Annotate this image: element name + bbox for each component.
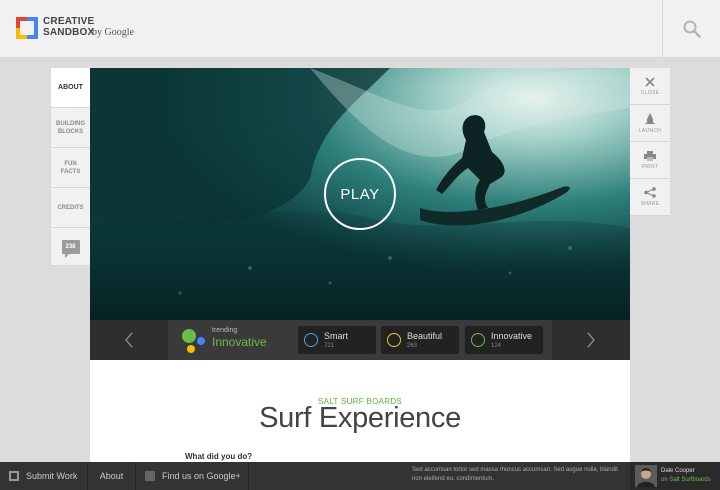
vote-innovative-chip[interactable]: Innovative 124 bbox=[465, 326, 543, 354]
lightbulb-icon bbox=[304, 333, 318, 347]
tab-credits[interactable]: CREDITS bbox=[51, 188, 90, 228]
trending-caption: trending bbox=[212, 327, 238, 334]
trending-value: Innovative bbox=[212, 335, 267, 349]
chip-innovative-count: 124 bbox=[491, 343, 502, 349]
left-tab-nav: ABOUT BUILDING BLOCKS FUN FACTS CREDITS … bbox=[51, 68, 95, 266]
project-content: SALT SURF BOARDS Surf Experience What di… bbox=[90, 360, 630, 462]
trending-icon bbox=[182, 329, 205, 353]
close-button[interactable]: CLOSE bbox=[630, 68, 670, 105]
tab-fun-facts[interactable]: FUN FACTS bbox=[51, 148, 90, 188]
google-plus-link[interactable]: Find us on Google+ bbox=[136, 462, 249, 490]
top-header: CREATIVE SANDBOX by Google bbox=[0, 0, 720, 58]
about-label: About bbox=[99, 471, 124, 481]
chevron-left-icon bbox=[125, 332, 133, 348]
share-button[interactable]: SHARE bbox=[630, 179, 670, 216]
hero-video[interactable]: PLAY bbox=[90, 68, 630, 320]
tab-about[interactable]: ABOUT bbox=[51, 68, 95, 108]
play-button[interactable]: PLAY bbox=[324, 158, 396, 230]
chip-beautiful-count: 263 bbox=[407, 343, 418, 349]
close-label: CLOSE bbox=[640, 89, 660, 96]
user-project-line: on Salt Surfboards bbox=[661, 477, 711, 483]
next-button[interactable] bbox=[552, 320, 630, 360]
launch-button[interactable]: LAUNCH bbox=[630, 105, 670, 142]
creative-sandbox-logo-icon[interactable] bbox=[16, 17, 38, 39]
submit-icon bbox=[9, 471, 19, 481]
submit-work-label: Submit Work bbox=[26, 471, 78, 481]
google-plus-label: Find us on Google+ bbox=[162, 471, 241, 481]
brand-name[interactable]: CREATIVE SANDBOX bbox=[43, 16, 94, 38]
search-button[interactable] bbox=[662, 0, 720, 58]
tab-credits-label: CREDITS bbox=[57, 204, 84, 211]
tab-fun-facts-label: FUN FACTS bbox=[60, 160, 81, 175]
chip-beautiful-name: Beautiful bbox=[407, 331, 443, 341]
print-label: PRINT bbox=[641, 163, 659, 170]
search-icon bbox=[683, 20, 701, 38]
project-title: Surf Experience bbox=[259, 402, 461, 434]
brand-by-google: by Google bbox=[92, 27, 134, 38]
share-icon bbox=[644, 187, 656, 198]
submit-work-button[interactable]: Submit Work bbox=[0, 462, 88, 490]
google-plus-icon bbox=[145, 471, 155, 481]
bottom-footer: Submit Work About Find us on Google+ Sed… bbox=[0, 462, 720, 490]
section-heading: What did you do? bbox=[185, 452, 253, 461]
play-button-label: PLAY bbox=[340, 185, 380, 203]
print-icon bbox=[644, 150, 656, 161]
crown-icon bbox=[387, 333, 401, 347]
innovation-icon bbox=[471, 333, 485, 347]
close-icon bbox=[645, 76, 655, 87]
user-avatar bbox=[635, 465, 657, 487]
vote-smart-chip[interactable]: Smart 721 bbox=[298, 326, 376, 354]
launch-label: LAUNCH bbox=[638, 127, 662, 134]
tab-about-label: ABOUT bbox=[58, 83, 83, 91]
brand-line-2: SANDBOX bbox=[43, 27, 95, 38]
tab-building-blocks[interactable]: BUILDING BLOCKS bbox=[51, 108, 90, 148]
brand-line-1: CREATIVE bbox=[43, 16, 95, 27]
chip-smart-name: Smart bbox=[324, 331, 349, 341]
chip-smart-count: 721 bbox=[324, 343, 335, 349]
prev-button[interactable] bbox=[90, 320, 168, 360]
comment-count-badge: 238 bbox=[61, 239, 80, 258]
share-label: SHARE bbox=[640, 201, 660, 207]
user-on: on bbox=[661, 477, 668, 483]
user-name: Dale Cooper bbox=[661, 468, 695, 474]
launch-icon bbox=[645, 112, 655, 124]
comments-button[interactable]: 238 bbox=[51, 228, 90, 266]
trending-bar: trending Innovative Smart 721 Beautiful … bbox=[90, 320, 630, 360]
tab-building-blocks-label: BUILDING BLOCKS bbox=[56, 120, 85, 135]
user-project-link[interactable]: Salt Surfboards bbox=[669, 477, 710, 483]
featured-user[interactable]: Dale Cooper on Salt Surfboards bbox=[630, 462, 720, 490]
trending-label: trending Innovative bbox=[212, 327, 267, 349]
print-button[interactable]: PRINT bbox=[630, 142, 670, 179]
chevron-right-icon bbox=[587, 332, 595, 348]
right-tool-panel: CLOSE LAUNCH PRINT SHARE bbox=[630, 68, 670, 216]
vote-beautiful-chip[interactable]: Beautiful 263 bbox=[381, 326, 459, 354]
featured-comment-text: Sed accumsan tortor sed massa rhoncus ac… bbox=[412, 467, 618, 482]
about-link[interactable]: About bbox=[88, 462, 136, 490]
chip-innovative-name: Innovative bbox=[491, 331, 533, 341]
